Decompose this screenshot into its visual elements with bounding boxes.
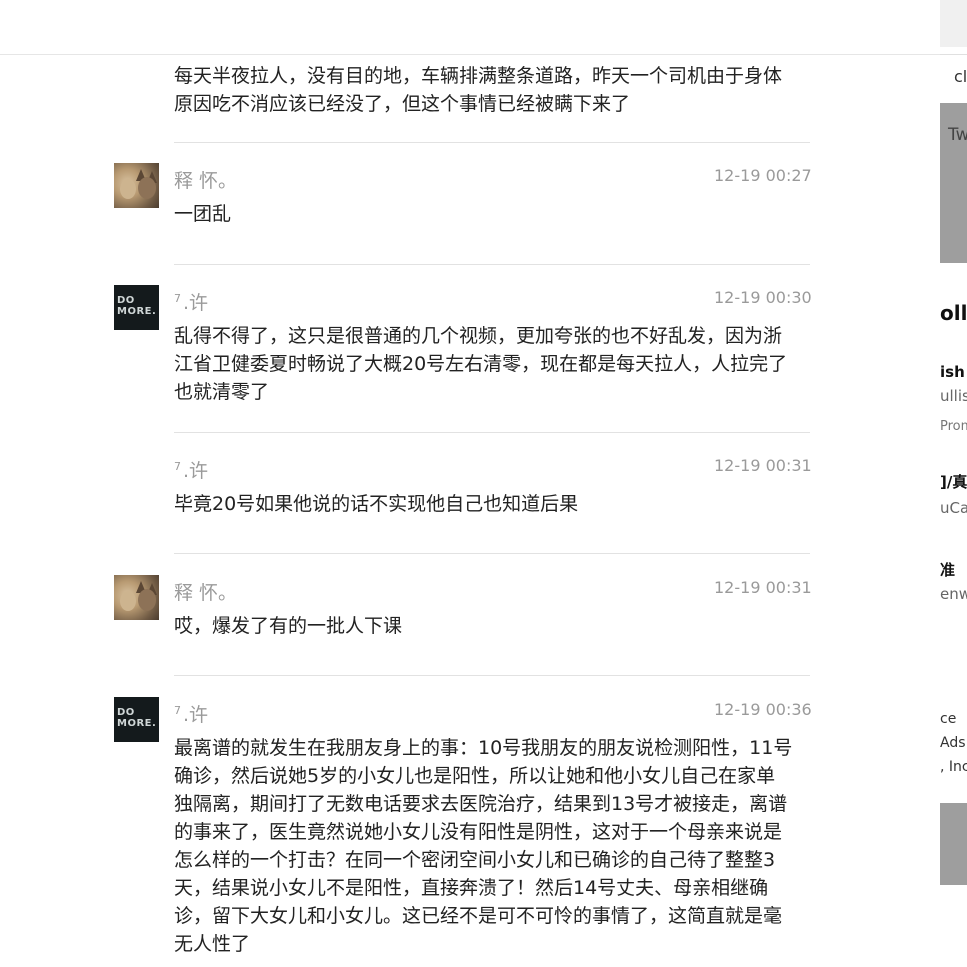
comment-time: 12-19 00:31 <box>714 578 812 597</box>
popup-item-sub: enw <box>940 585 967 603</box>
avatar-shape <box>120 179 136 199</box>
comment-time: 12-19 00:31 <box>714 456 812 475</box>
comment-text: 最离谱的就发生在我朋友身上的事：10号我朋友的朋友说检测阳性，11号确诊，然后说… <box>174 737 793 955</box>
avatar[interactable]: DO MORE. <box>114 285 159 330</box>
popup-item-title[interactable]: ]/真 <box>940 471 967 492</box>
browser-strip <box>940 0 967 47</box>
author-superscript: 7 <box>174 704 181 717</box>
comment-text: 乱得不得了，这只是很普通的几个视频，更加夸张的也不好乱发，因为浙江省卫健委夏时畅… <box>174 325 788 403</box>
popup-item-meta: Prom <box>940 419 967 434</box>
top-bar <box>0 0 940 55</box>
comment-author[interactable]: 7 .许 <box>174 456 208 483</box>
right-panel: cl Tw olle ish ullis Prom ]/真 uCa 准 enw … <box>940 0 967 967</box>
tab-label[interactable]: Tw <box>948 125 967 145</box>
comment-author[interactable]: 释 怀。 <box>174 166 237 193</box>
author-superscript: 7 <box>174 292 181 305</box>
popup-heading: olle <box>940 301 967 325</box>
popup-item-title[interactable]: 准 <box>940 559 955 580</box>
comment-author[interactable]: 7 .许 <box>174 288 208 315</box>
comment-text: 哎，爆发了有的一批人下课 <box>174 615 403 637</box>
popup-item-title[interactable]: ish <box>940 363 965 381</box>
avatar[interactable]: DO MORE. <box>114 697 159 742</box>
avatar-shape <box>138 177 156 199</box>
panel-bottom <box>940 885 967 967</box>
author-name: .许 <box>183 292 209 314</box>
avatar-text: MORE. <box>117 306 157 317</box>
avatar[interactable] <box>114 575 159 620</box>
comment-time: 12-19 00:27 <box>714 166 812 185</box>
comment-author[interactable]: 释 怀。 <box>174 578 237 605</box>
author-name: .许 <box>183 460 209 482</box>
author-name: .许 <box>183 704 209 726</box>
comment-text: 毕竟20号如果他说的话不实现他自己也知道后果 <box>174 493 579 515</box>
page: 每天半夜拉人，没有目的地，车辆排满整条道路，昨天一个司机由于身体原因吃不消应该已… <box>0 0 967 967</box>
footer-link[interactable]: ce <box>940 711 956 727</box>
divider <box>174 675 810 676</box>
overlay-panel: Tw olle ish ullis Prom ]/真 uCa 准 enw ce … <box>940 103 967 885</box>
avatar-shape <box>138 589 156 611</box>
comment-author[interactable]: 7 .许 <box>174 700 208 727</box>
search-text: cl <box>954 67 967 86</box>
divider <box>174 264 810 265</box>
footer-text: , Inc <box>940 759 967 775</box>
avatar-shape <box>120 591 136 611</box>
avatar-text: DO <box>117 707 135 718</box>
comment-text: 每天半夜拉人，没有目的地，车辆排满整条道路，昨天一个司机由于身体原因吃不消应该已… <box>174 65 783 115</box>
author-superscript: 7 <box>174 460 181 473</box>
comment-feed[interactable]: 每天半夜拉人，没有目的地，车辆排满整条道路，昨天一个司机由于身体原因吃不消应该已… <box>0 55 940 967</box>
avatar-text: MORE. <box>117 718 157 729</box>
divider <box>174 142 810 143</box>
comment-time: 12-19 00:30 <box>714 288 812 307</box>
popup-item-sub: ullis <box>940 387 967 405</box>
avatar[interactable] <box>114 163 159 208</box>
popup-item-sub: uCa <box>940 499 967 517</box>
comment-text: 一团乱 <box>174 203 232 225</box>
comment-time: 12-19 00:36 <box>714 700 812 719</box>
divider <box>174 432 810 433</box>
popup-card: olle ish ullis Prom ]/真 uCa 准 enw ce Ads… <box>940 263 967 803</box>
divider <box>174 553 810 554</box>
search-field[interactable]: cl <box>940 54 967 99</box>
avatar-text: DO <box>117 295 135 306</box>
footer-link[interactable]: Ads <box>940 735 966 751</box>
